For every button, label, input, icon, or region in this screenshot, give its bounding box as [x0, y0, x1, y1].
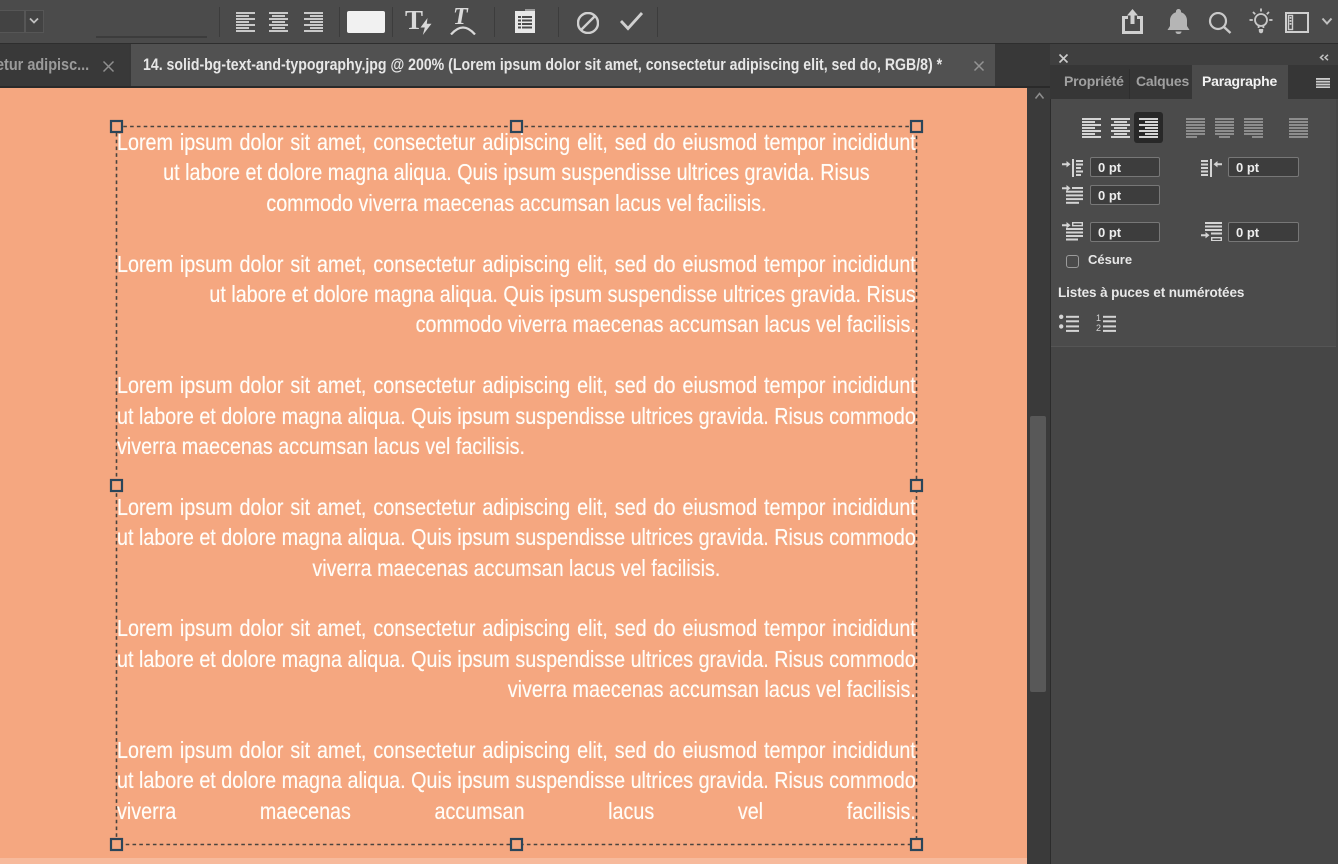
svg-text:1: 1 — [1096, 314, 1101, 323]
svg-text:2: 2 — [1096, 323, 1101, 333]
